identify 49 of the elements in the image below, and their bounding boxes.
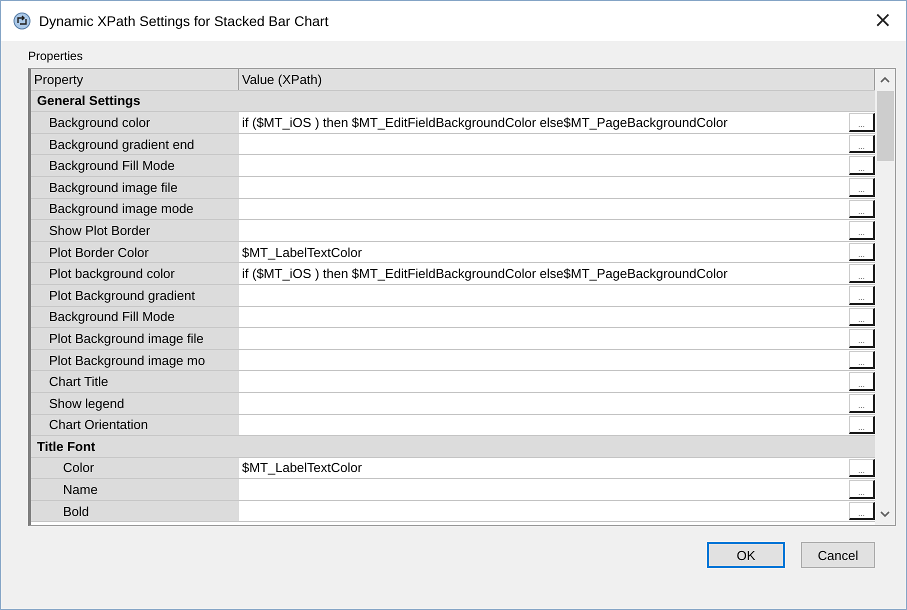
window-title: Dynamic XPath Settings for Stacked Bar Chart — [39, 13, 330, 29]
panel-label: Properties — [28, 49, 83, 63]
browse-button[interactable]: ... — [849, 329, 875, 348]
property-name: Background Fill Mode — [31, 155, 239, 176]
section-header[interactable]: General Settings — [31, 90, 875, 112]
column-header[interactable]: Value (XPath) — [239, 69, 875, 90]
browse-button[interactable]: ... — [849, 178, 875, 197]
property-name: Show legend — [31, 392, 239, 414]
browse-button[interactable]: ... — [849, 113, 875, 132]
property-name: Plot Background image mo — [31, 350, 239, 370]
browse-button[interactable]: ... — [849, 286, 875, 305]
property-name: Plot background color — [31, 263, 239, 284]
browse-button[interactable]: ... — [849, 242, 875, 262]
browse-button[interactable]: ... — [849, 480, 875, 499]
browse-button[interactable]: ... — [849, 458, 875, 478]
property-name: Background gradient end — [31, 134, 239, 154]
app-icon — [13, 12, 31, 30]
property-name: Background image mode — [31, 198, 239, 220]
scroll-up-icon[interactable] — [880, 76, 890, 84]
browse-button[interactable]: ... — [849, 416, 875, 434]
cancel-button[interactable]: Cancel — [801, 542, 875, 568]
property-name: Name — [31, 479, 239, 500]
property-name: Chart Orientation — [31, 414, 239, 436]
scroll-down-icon[interactable] — [880, 510, 890, 518]
browse-button[interactable]: ... — [849, 372, 875, 391]
scroll-thumb[interactable] — [876, 91, 894, 161]
close-button[interactable]: × — [870, 10, 896, 32]
ok-button[interactable]: OK — [707, 542, 785, 568]
property-name: Background Fill Mode — [31, 306, 239, 328]
property-name: Background color — [31, 112, 239, 133]
browse-button[interactable]: ... — [849, 200, 875, 218]
property-name: Plot Background gradient — [31, 284, 239, 306]
browse-button[interactable]: ... — [849, 134, 875, 154]
browse-button[interactable]: ... — [849, 350, 875, 370]
section-header[interactable]: Title Font — [31, 436, 875, 457]
property-name: Plot Border Color — [31, 242, 239, 262]
browse-button[interactable]: ... — [849, 308, 875, 326]
browse-button[interactable]: ... — [849, 221, 875, 240]
property-name: Plot Background image file — [31, 328, 239, 349]
column-header[interactable]: Property — [31, 69, 239, 90]
property-name: Bold — [31, 500, 239, 522]
browse-button[interactable]: ... — [849, 502, 875, 520]
browse-button[interactable]: ... — [849, 264, 875, 283]
property-name: Chart Title — [31, 371, 239, 392]
property-name: Show Plot Border — [31, 220, 239, 241]
property-name: Color — [31, 458, 239, 478]
property-name: Background image file — [31, 176, 239, 198]
browse-button[interactable]: ... — [849, 156, 875, 175]
browse-button[interactable]: ... — [849, 394, 875, 412]
